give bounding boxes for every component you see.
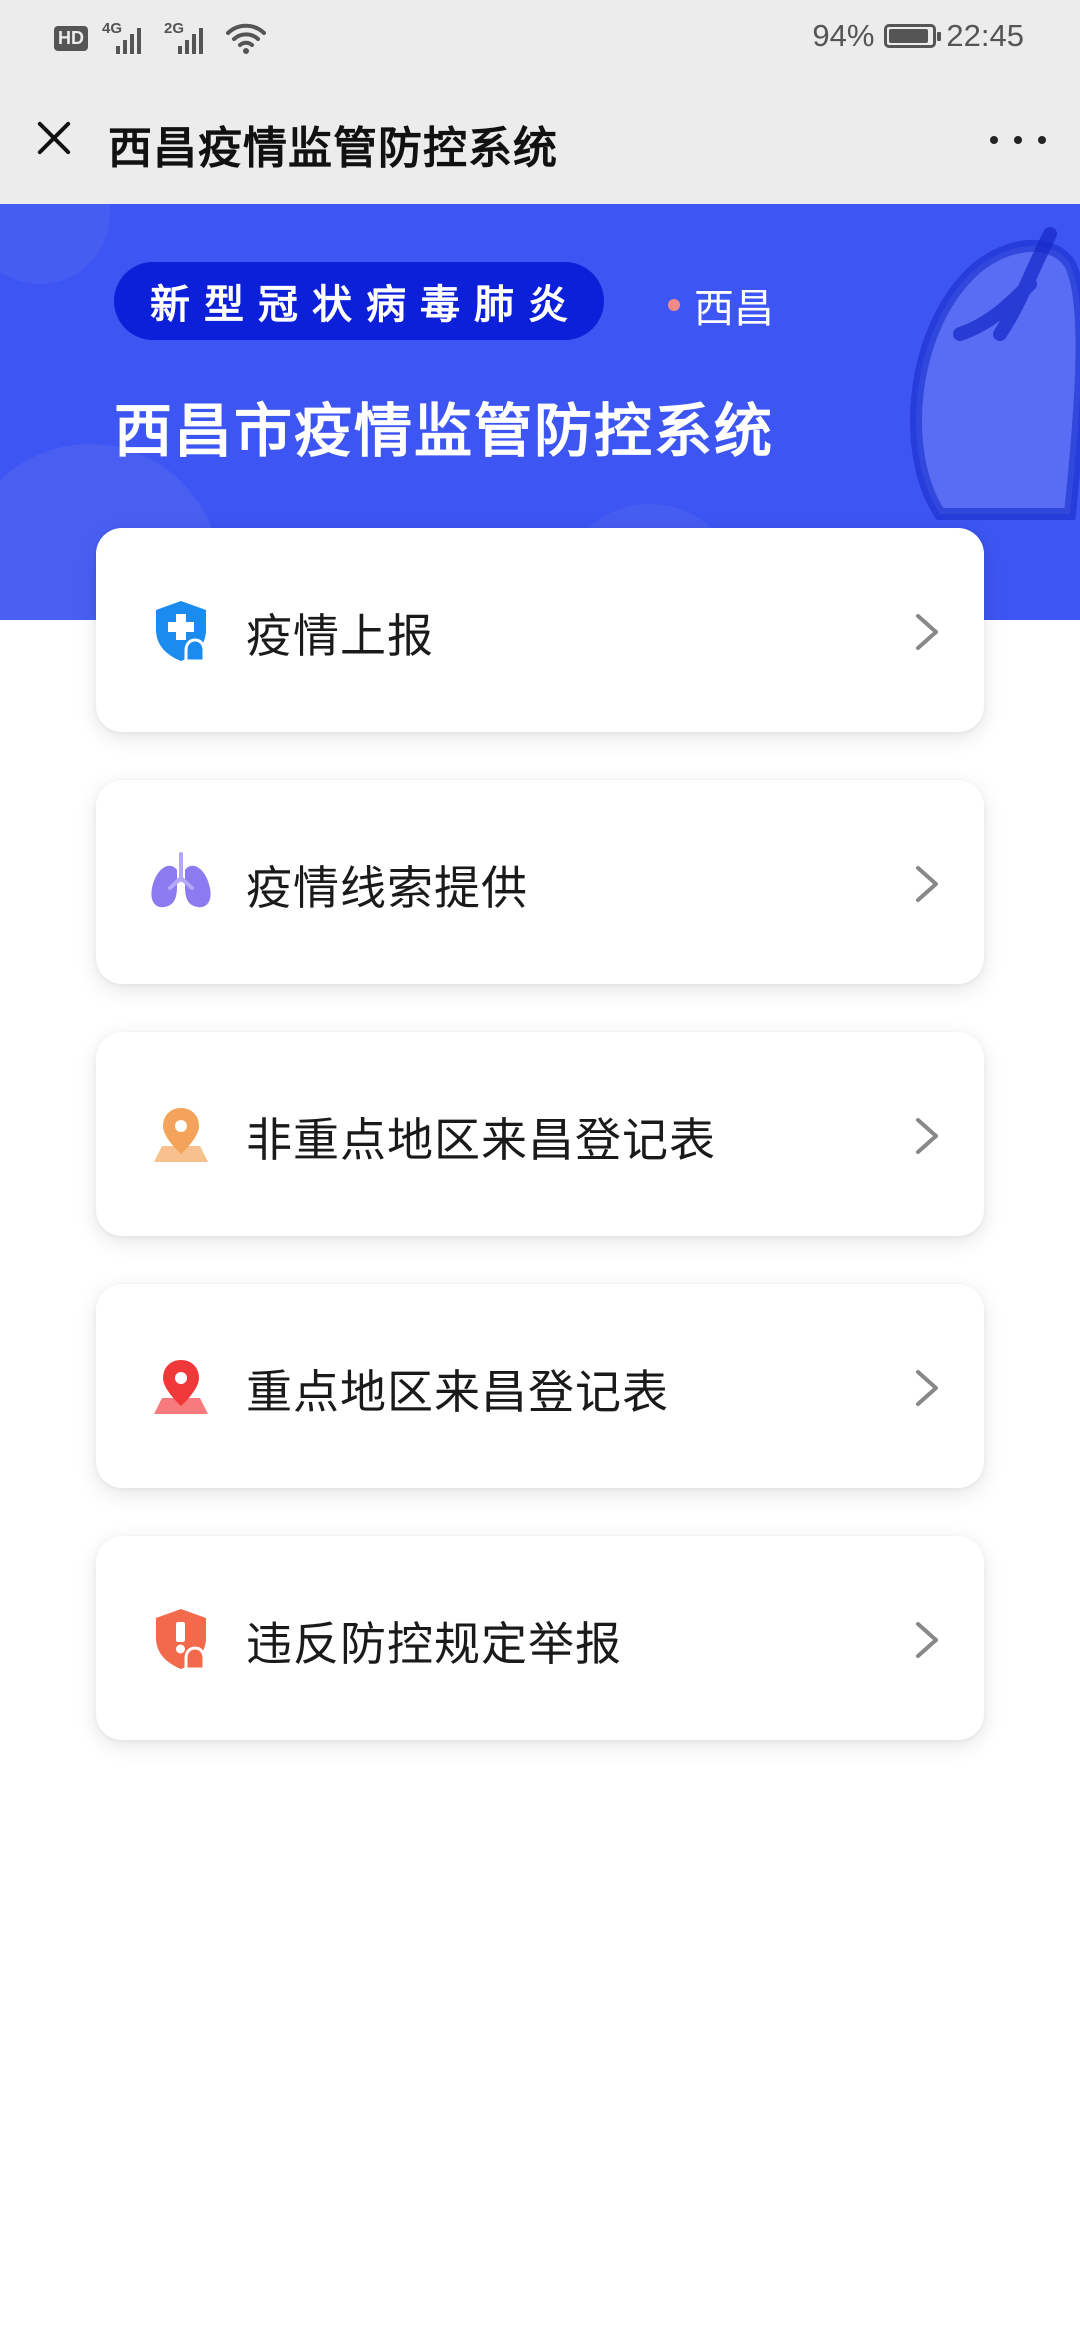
page-title: 西昌疫情监管防控系统 [108,123,558,174]
menu-item-epidemic-report[interactable]: 疫情上报 [96,528,984,732]
chevron-right-icon [916,1118,938,1154]
battery-icon [884,24,942,48]
menu-item-label: 疫情上报 [246,609,434,663]
title-bar: 西昌疫情监管防控系统 [0,72,1080,204]
lung-decoration-icon [910,227,1080,520]
battery-percent: 94% [812,18,875,53]
chevron-right-icon [916,866,938,902]
lungs-icon [151,852,211,908]
shield-alert-icon [156,1609,206,1671]
signal-2g-icon: 2G [164,20,212,56]
status-left: HD 4G 2G [54,18,266,58]
menu-item-violation-report[interactable]: 违反防控规定举报 [96,1536,984,1740]
menu-item-label: 疫情线索提供 [246,861,528,915]
chevron-right-icon [916,1622,938,1658]
menu-item-label: 重点地区来昌登记表 [246,1365,669,1419]
location-text: 西昌 [694,286,774,332]
signal-4g-icon: 4G [102,20,150,56]
menu-item-label: 非重点地区来昌登记表 [246,1113,716,1167]
status-right: 94% 22:45 [812,14,1024,58]
shield-medical-icon [156,601,206,663]
hd-badge: HD [54,25,88,51]
location-tag: 西昌 [668,276,774,334]
menu-list: 疫情上报 疫情线索提供 非重点地区来昌登记表 重点地区来昌登记表 违反防控规定举… [96,528,984,1788]
more-dot [990,136,998,144]
more-icon[interactable] [990,120,1046,160]
status-bar: HD 4G 2G 94% 22:45 [0,0,1080,72]
chevron-right-icon [916,614,938,650]
menu-item-non-key-area-register[interactable]: 非重点地区来昌登记表 [96,1032,984,1236]
topic-pill: 新型冠状病毒肺炎 [114,262,604,340]
location-dot [668,299,680,311]
chevron-right-icon [916,1370,938,1406]
banner-decoration [0,204,110,284]
clock: 22:45 [946,18,1024,53]
more-dot [1014,136,1022,144]
banner-title: 西昌市疫情监管防控系统 [114,397,775,465]
menu-item-label: 违反防控规定举报 [246,1617,622,1671]
menu-item-clue-provide[interactable]: 疫情线索提供 [96,780,984,984]
battery-fill [889,29,929,43]
more-dot [1038,136,1046,144]
location-pin-icon [154,1360,208,1414]
menu-item-key-area-register[interactable]: 重点地区来昌登记表 [96,1284,984,1488]
location-pin-icon [154,1108,208,1162]
wifi-icon [226,23,266,54]
close-icon[interactable] [28,112,80,164]
